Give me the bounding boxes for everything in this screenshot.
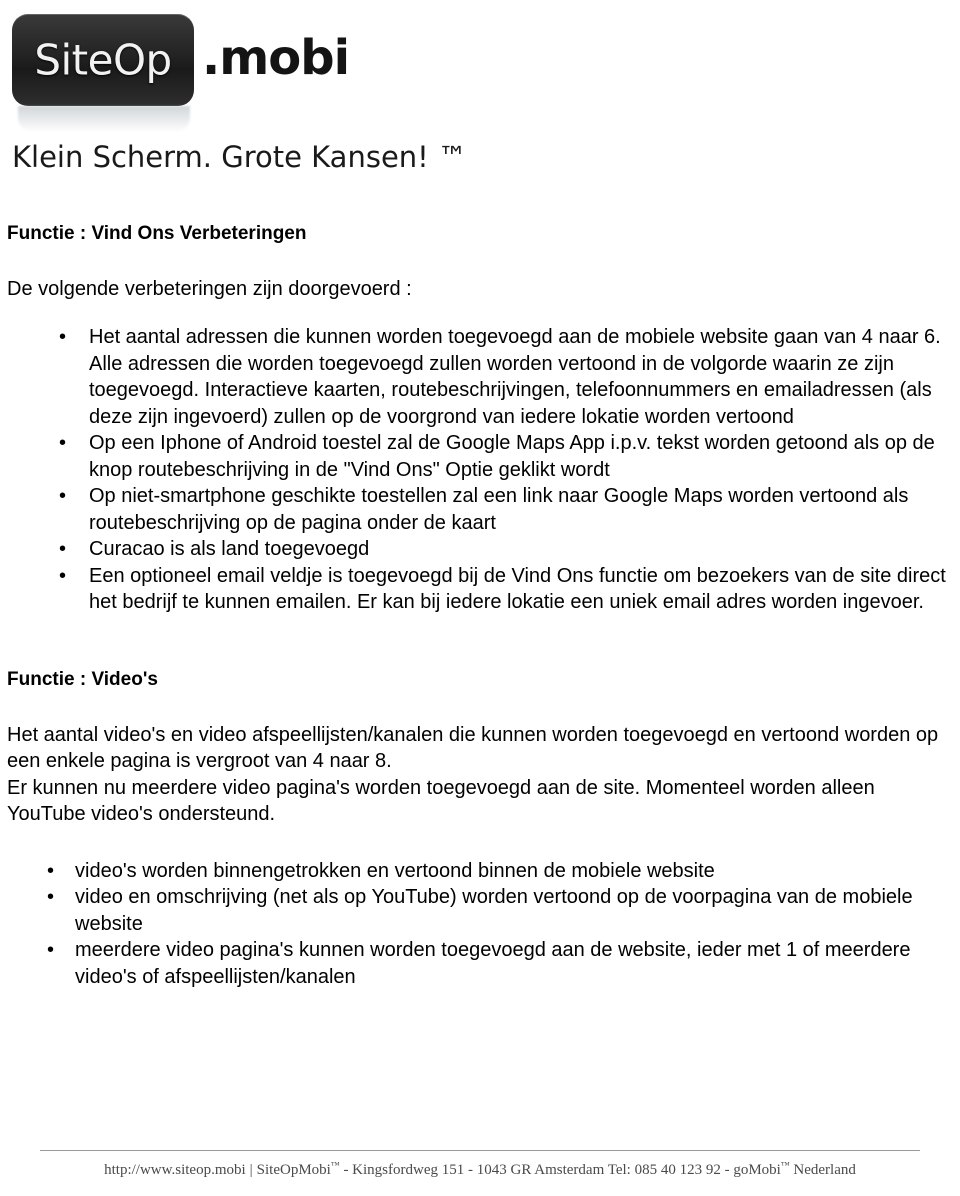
list-item: • video's worden binnengetrokken en verto… xyxy=(7,858,953,885)
document-page: SiteOp .mobi Klein Scherm. Grote Kansen!… xyxy=(0,0,960,1196)
footer-divider xyxy=(40,1150,920,1151)
logo-reflection xyxy=(18,106,190,132)
footer-company: SiteOpMobi xyxy=(256,1162,331,1178)
list-item-text: Een optioneel email veldje is toegevoegd… xyxy=(89,564,946,614)
footer-country: Nederland xyxy=(793,1162,856,1178)
list-item: • video en omschrijving (net als op YouTu… xyxy=(7,884,953,937)
bullet-list-vind-ons: • Het aantal adressen die kunnen worden t… xyxy=(7,324,953,616)
trademark-icon: ™ xyxy=(330,1160,340,1170)
logo-badge-shape: SiteOp xyxy=(12,14,194,106)
logo-tld-text: .mobi xyxy=(202,30,350,86)
list-item-text: Op een Iphone of Android toestel zal de … xyxy=(89,432,935,481)
list-item: • Op een Iphone of Android toestel zal de… xyxy=(7,430,953,483)
bullet-icon: • xyxy=(59,432,67,455)
list-item-text: Het aantal adressen die kunnen worden to… xyxy=(89,326,941,428)
list-item: • meerdere video pagina's kunnen worden t… xyxy=(7,937,953,990)
footer-url[interactable]: http://www.siteop.mobi xyxy=(104,1162,246,1178)
section-heading-vind-ons: Functie : Vind Ons Verbeteringen xyxy=(7,223,307,244)
list-item-text: Curacao is als land toegevoegd xyxy=(89,538,370,561)
bullet-icon: • xyxy=(59,326,67,349)
footer-separator: | xyxy=(249,1162,253,1178)
list-item-text: video en omschrijving (net als op YouTub… xyxy=(75,886,913,935)
bullet-icon: • xyxy=(47,939,55,961)
bullet-icon: • xyxy=(47,859,55,882)
section-heading-videos: Functie : Video's xyxy=(7,668,158,690)
list-item-text: video's worden binnengetrokken en vertoo… xyxy=(75,859,715,882)
bullet-icon: • xyxy=(59,564,67,587)
list-item-text: meerdere video pagina's kunnen worden to… xyxy=(75,939,911,988)
list-item: • Een optioneel email veldje is toegevoeg… xyxy=(7,563,953,616)
section-intro-vind-ons: De volgende verbeteringen zijn doorgevoe… xyxy=(7,277,412,300)
bullet-icon: • xyxy=(59,485,67,508)
trademark-icon: ™ xyxy=(780,1160,790,1170)
list-item-text: Op niet-smartphone geschikte toestellen … xyxy=(89,485,909,534)
footer-address: - Kingsfordweg 151 - 1043 GR Amsterdam T… xyxy=(343,1162,781,1178)
list-item: • Op niet-smartphone geschikte toestellen… xyxy=(7,483,953,536)
brand-tagline: Klein Scherm. Grote Kansen! ™ xyxy=(12,140,468,174)
list-item: • Curacao is als land toegevoegd xyxy=(7,536,953,563)
bullet-list-videos: • video's worden binnengetrokken en verto… xyxy=(7,858,953,991)
bullet-icon: • xyxy=(47,886,55,908)
section-paragraph-videos-1: Het aantal video's en video afspeellijst… xyxy=(7,723,939,773)
logo-badge-text: SiteOp xyxy=(34,35,172,85)
document-body: Functie : Vind Ons Verbeteringen De volg… xyxy=(7,222,953,990)
bullet-icon: • xyxy=(59,538,67,561)
footer-text: http://www.siteop.mobi | SiteOpMobi™ - Kin… xyxy=(0,1160,960,1179)
site-logo: SiteOp .mobi xyxy=(12,14,432,132)
section-paragraph-videos-2: Er kunnen nu meerdere video pagina's wor… xyxy=(7,776,875,826)
list-item: • Het aantal adressen die kunnen worden t… xyxy=(7,324,953,430)
